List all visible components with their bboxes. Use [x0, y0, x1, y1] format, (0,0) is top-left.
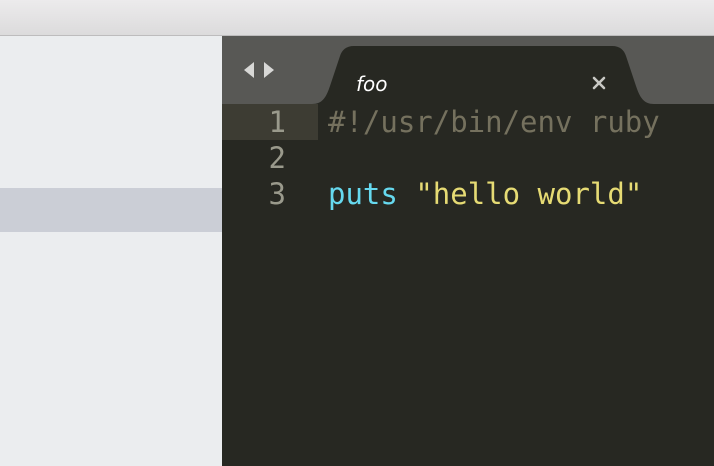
code-text-shebang[interactable]: #!/usr/bin/env ruby: [328, 104, 660, 140]
code-text-puts[interactable]: puts "hello world": [328, 176, 642, 212]
sidebar-selected-row[interactable]: [0, 188, 222, 232]
tab-foo[interactable]: foo: [312, 46, 654, 104]
code-line[interactable]: 3 puts "hello world": [222, 176, 714, 212]
tab-title: foo: [356, 72, 388, 96]
window-titlebar: [0, 0, 714, 36]
chevron-right-icon[interactable]: [262, 60, 276, 80]
code-keyword: puts: [328, 177, 398, 211]
close-icon[interactable]: [588, 72, 610, 94]
editor-pane[interactable]: foo 1 #!/usr/bin/env ruby 2 3 puts "hell…: [222, 36, 714, 466]
line-number: 3: [268, 177, 286, 211]
sidebar: [0, 36, 222, 466]
tab-navigation: [242, 60, 276, 80]
tab-bar: foo: [222, 36, 714, 104]
chevron-left-icon[interactable]: [242, 60, 256, 80]
code-line[interactable]: 1 #!/usr/bin/env ruby: [222, 104, 714, 140]
code-line[interactable]: 2: [222, 140, 714, 176]
code-string: "hello world": [415, 177, 643, 211]
app-window: foo 1 #!/usr/bin/env ruby 2 3 puts "hell…: [0, 0, 714, 466]
line-number: 2: [268, 141, 286, 175]
line-number: 1: [268, 105, 286, 139]
